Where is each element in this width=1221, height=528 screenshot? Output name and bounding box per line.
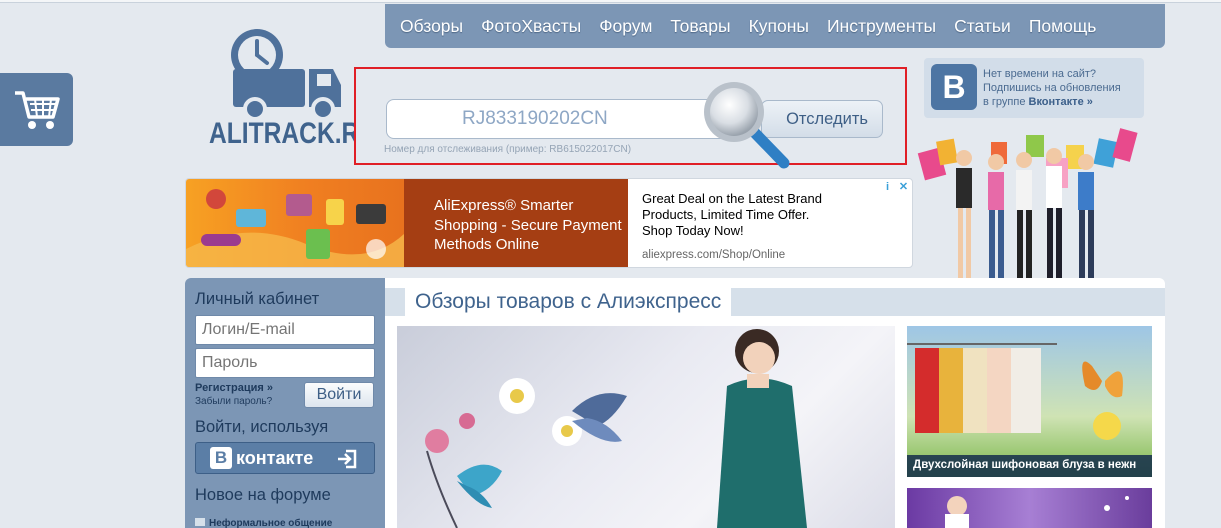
vk-subscribe-promo[interactable]: B Нет времени на сайт? Подпишись на обно… (924, 58, 1144, 118)
featured-review-image[interactable] (397, 326, 895, 528)
cabinet-title: Личный кабинет (195, 290, 320, 308)
review-thumbnail-blouse[interactable]: Двухслойная шифоновая блуза в нежн (907, 326, 1152, 477)
top-nav: Обзоры ФотоХвасты Форум Товары Купоны Ин… (385, 4, 1165, 48)
main-content: Обзоры товаров с Алиэкспресс Двухслойная… (385, 278, 1165, 528)
tracking-search-box: Номер для отслеживания (пример: RB615022… (354, 67, 907, 169)
nav-item-tools[interactable]: Инструменты (827, 16, 936, 37)
forum-news-title: Новое на форуме (195, 486, 331, 504)
review-thumbnail-second[interactable] (907, 488, 1152, 528)
cart-icon (14, 90, 60, 129)
tracking-hint: Номер для отслеживания (пример: RB615022… (384, 144, 632, 155)
vk-promo-line3: в группе Вконтакте » (983, 95, 1121, 109)
shopping-girls-image (917, 128, 1138, 278)
ad-image (186, 179, 404, 267)
nav-item-photo[interactable]: ФотоХвасты (481, 16, 581, 37)
logo-text: ALITRACK.RU (209, 117, 378, 150)
ad-controls: i ✕ (881, 180, 910, 194)
nav-item-products[interactable]: Товары (670, 16, 730, 37)
hero-illustration (425, 329, 807, 528)
ad-headline[interactable]: AliExpress® Smarter Shopping - Secure Pa… (404, 179, 628, 267)
vk-promo-text: Нет времени на сайт? Подпишись на обновл… (983, 67, 1121, 109)
thumbnail-caption: Двухслойная шифоновая блуза в нежн (907, 455, 1152, 477)
ad-url[interactable]: aliexpress.com/Shop/Online (642, 249, 785, 261)
nav-item-forum[interactable]: Форум (599, 16, 652, 37)
vk-login-label: контакте (236, 447, 314, 468)
site-logo[interactable]: ALITRACK.RU (205, 25, 377, 155)
ad-description[interactable]: Great Deal on the Latest Brand Products,… (642, 191, 842, 239)
register-link[interactable]: Регистрация » (195, 382, 273, 394)
forum-item[interactable]: Неформальное общение (195, 518, 332, 528)
forum-item-icon (195, 518, 205, 526)
login-email-input[interactable] (195, 315, 375, 345)
vk-letter-icon: B (210, 447, 232, 469)
ad-products-illustration (186, 189, 404, 267)
track-button[interactable]: Отследить (761, 100, 883, 138)
ad-banner[interactable]: AliExpress® Smarter Shopping - Secure Pa… (185, 178, 913, 268)
nav-item-articles[interactable]: Статьи (954, 16, 1011, 37)
ad-info-icon[interactable]: i (881, 180, 894, 193)
forum-item-label: Неформальное общение (209, 518, 333, 528)
nav-item-reviews[interactable]: Обзоры (400, 16, 463, 37)
cart-tab[interactable] (0, 73, 73, 146)
vk-logo-icon: B (931, 64, 977, 110)
forgot-password-link[interactable]: Забыли пароль? (195, 396, 272, 407)
tracking-number-input[interactable] (386, 99, 746, 139)
password-input[interactable] (195, 348, 375, 378)
login-sidebar: Личный кабинет Регистрация » Забыли паро… (185, 278, 385, 528)
nav-item-help[interactable]: Помощь (1029, 16, 1097, 37)
truck-clock-icon (231, 29, 341, 121)
vk-login-button[interactable]: B контакте (195, 442, 375, 474)
ad-close-icon[interactable]: ✕ (897, 180, 910, 193)
login-via-title: Войти, используя (195, 418, 329, 436)
nav-item-coupons[interactable]: Купоны (749, 16, 809, 37)
vk-group-link[interactable]: Вконтакте » (1029, 96, 1093, 108)
vk-promo-prefix: в группе (983, 96, 1029, 108)
login-arrow-icon (338, 449, 357, 469)
vk-promo-line1: Нет времени на сайт? (983, 68, 1096, 80)
second-thumbnail-image (945, 496, 1129, 528)
login-button[interactable]: Войти (304, 382, 374, 408)
section-title: Обзоры товаров с Алиэкспресс (405, 288, 732, 316)
window-top-border (0, 0, 1221, 3)
vk-promo-line2: Подпишись на обновления (983, 82, 1121, 94)
